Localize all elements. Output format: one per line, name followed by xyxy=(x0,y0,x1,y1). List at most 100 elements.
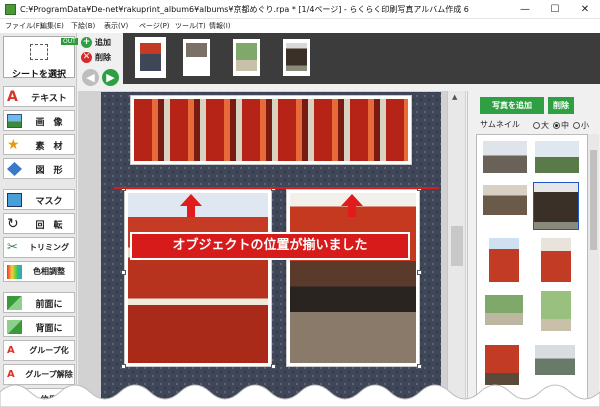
radio-circle-icon xyxy=(533,122,540,129)
menu-background[interactable]: 下絵(B) xyxy=(71,21,95,31)
shape-tool-button[interactable]: 図 形 xyxy=(3,158,75,179)
delete-photo-button[interactable]: 削除 xyxy=(548,97,574,114)
photo-gate-top[interactable] xyxy=(130,95,412,165)
plus-icon: + xyxy=(81,37,92,48)
trimming-tool-button[interactable]: ✂ トリミング xyxy=(3,237,75,258)
page-add-label: 追加 xyxy=(95,38,111,47)
text-tool-label: テキスト xyxy=(31,94,67,104)
up-arrow-icon xyxy=(341,194,363,218)
menu-view[interactable]: 表示(V) xyxy=(104,21,128,31)
scissors-icon: ✂ xyxy=(7,240,18,255)
photo-image xyxy=(134,99,408,161)
group-icon: A xyxy=(7,345,15,356)
size-small-radio[interactable]: 小 xyxy=(573,120,589,131)
rotate-tool-button[interactable]: ↻ 回 転 xyxy=(3,213,75,234)
text-tool-button[interactable]: A テキスト xyxy=(3,86,75,107)
menu-page[interactable]: ページ(P) xyxy=(139,21,170,31)
position-label: 位置 xyxy=(39,396,58,406)
page-thumb-image xyxy=(140,43,161,71)
maximize-button[interactable]: ☐ xyxy=(540,0,570,19)
selection-handle[interactable] xyxy=(271,364,276,369)
group-button[interactable]: A グループ化 xyxy=(3,340,75,361)
size-large-label: 大 xyxy=(541,121,549,130)
photo-thumbnail[interactable] xyxy=(485,345,519,385)
menu-bar: ファイル(F) 編集(E) 下絵(B) 表示(V) ページ(P) ツール(T) … xyxy=(0,19,600,33)
minimize-button[interactable]: — xyxy=(510,0,540,19)
photo-thumbnail[interactable] xyxy=(485,295,523,325)
selection-handle[interactable] xyxy=(121,270,126,275)
page-thumb-image xyxy=(236,43,257,71)
page-thumb-image xyxy=(286,43,307,71)
page-thumb-1[interactable] xyxy=(135,37,166,78)
size-medium-radio[interactable]: 中 xyxy=(553,120,569,131)
thumbnail-size-label: サムネイル xyxy=(480,120,520,129)
select-sheet-button[interactable]: シートを選択 OUT xyxy=(3,36,78,80)
photo-thumbnail[interactable] xyxy=(541,291,571,331)
selection-handle[interactable] xyxy=(417,364,422,369)
menu-tools[interactable]: ツール(T) xyxy=(175,21,206,31)
scroll-up-icon[interactable]: ▲ xyxy=(452,93,457,101)
page-delete-button[interactable]: ✕ 削除 xyxy=(80,51,120,64)
mask-tool-button[interactable]: マスク xyxy=(3,189,75,210)
photo-thumbnail-selected[interactable] xyxy=(533,182,579,230)
photo-thumbnail[interactable] xyxy=(483,185,527,215)
menu-edit[interactable]: 編集(E) xyxy=(40,21,64,31)
select-cursor-icon xyxy=(30,44,48,60)
ungroup-button[interactable]: A グループ解除 xyxy=(3,364,75,385)
page-thumb-4[interactable] xyxy=(283,39,310,76)
photo-thumbnail[interactable] xyxy=(535,141,579,173)
close-button[interactable]: ✕ xyxy=(570,0,600,19)
send-back-label: 背面に xyxy=(35,324,63,334)
mask-tool-label: マスク xyxy=(35,197,63,207)
prev-page-button[interactable]: ◀ xyxy=(82,69,99,86)
shape-tool-label: 図 形 xyxy=(35,166,63,176)
out-badge: OUT xyxy=(61,38,78,45)
color-palette-icon xyxy=(7,265,22,279)
send-back-button[interactable]: 背面に xyxy=(3,316,75,337)
bring-front-button[interactable]: 前面に xyxy=(3,292,75,313)
selection-handle[interactable] xyxy=(121,364,126,369)
material-tool-button[interactable]: ★ 素 材 xyxy=(3,134,75,155)
page-tools: + 追加 ✕ 削除 ◀ ▶ xyxy=(78,33,122,91)
ungroup-label: グループ解除 xyxy=(25,370,73,379)
page-delete-label: 削除 xyxy=(95,53,111,62)
hue-adjust-label: 色相調整 xyxy=(33,267,65,276)
photo-thumbnail[interactable] xyxy=(541,238,571,282)
position-button[interactable]: 位置 xyxy=(3,388,75,407)
photo-thumbnail[interactable] xyxy=(489,238,519,282)
mask-icon xyxy=(7,193,22,207)
bring-front-label: 前面に xyxy=(35,300,63,310)
image-tool-label: 画 像 xyxy=(35,118,63,128)
window-title: C:¥ProgramData¥De-net¥rakuprint_album6¥a… xyxy=(20,5,469,14)
selection-handle[interactable] xyxy=(417,270,422,275)
photo-thumbnail[interactable] xyxy=(483,141,527,173)
menu-file[interactable]: ファイル(F) xyxy=(5,21,43,31)
next-page-button[interactable]: ▶ xyxy=(102,69,119,86)
scrollbar-thumb[interactable] xyxy=(451,226,463,266)
menu-info[interactable]: 情報(I) xyxy=(209,21,231,31)
star-icon: ★ xyxy=(7,137,20,153)
page-thumb-2[interactable] xyxy=(183,39,210,76)
page-thumbnail-strip xyxy=(123,33,600,84)
scrollbar-thumb[interactable] xyxy=(590,150,597,250)
page-thumb-image xyxy=(186,43,207,71)
rotate-icon: ↻ xyxy=(7,216,19,232)
hue-adjust-button[interactable]: 色相調整 xyxy=(3,261,75,282)
bring-front-icon xyxy=(7,296,22,310)
app-window: C:¥ProgramData¥De-net¥rakuprint_album6¥a… xyxy=(0,0,600,407)
image-tool-button[interactable]: 画 像 xyxy=(3,110,75,131)
photo-image xyxy=(128,193,268,363)
radio-circle-icon xyxy=(553,122,560,129)
canvas-scrollbar[interactable]: ▲ xyxy=(447,91,465,407)
page-thumb-3[interactable] xyxy=(233,39,260,76)
app-icon xyxy=(5,4,16,15)
photo-image xyxy=(290,193,416,363)
thumbnail-scrollbar[interactable] xyxy=(588,134,599,407)
position-icon xyxy=(7,392,22,406)
page-add-button[interactable]: + 追加 xyxy=(80,36,120,49)
add-photo-button[interactable]: 写真を追加 xyxy=(480,97,544,114)
photo-thumbnail[interactable] xyxy=(535,345,575,375)
radio-circle-icon xyxy=(573,122,580,129)
delete-icon: ✕ xyxy=(81,52,92,63)
size-large-radio[interactable]: 大 xyxy=(533,120,549,131)
